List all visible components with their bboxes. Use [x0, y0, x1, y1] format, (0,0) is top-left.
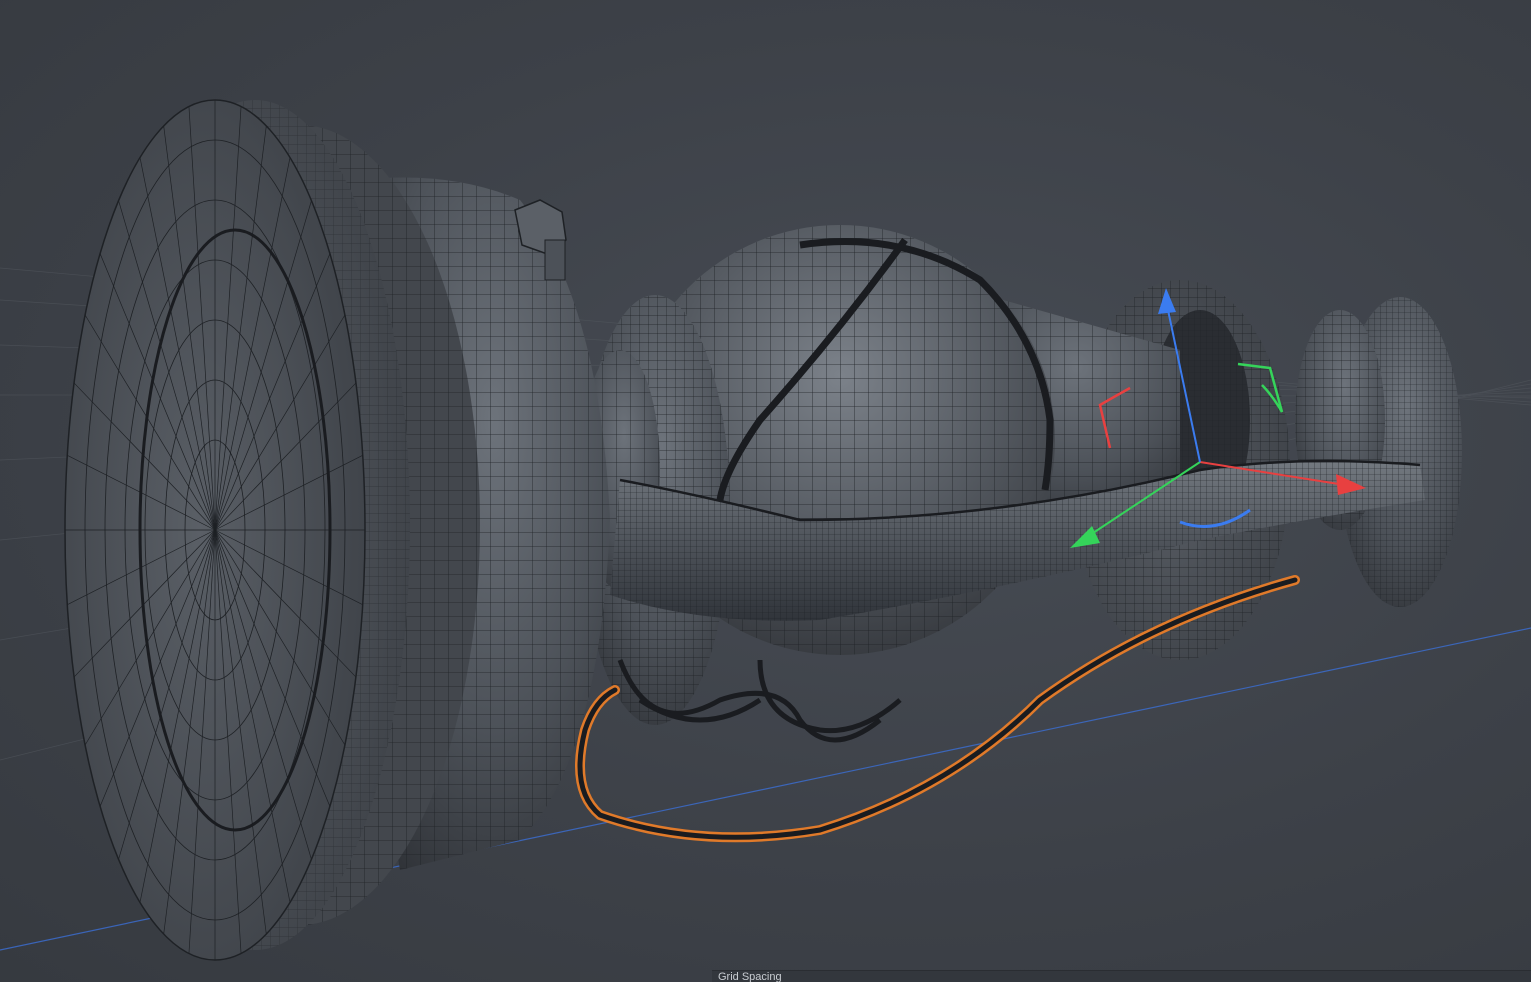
end-flare-mesh[interactable] — [1295, 297, 1462, 607]
status-tab[interactable]: Grid Spacing — [712, 970, 1531, 982]
3d-viewport[interactable]: Grid Spacing — [0, 0, 1531, 982]
grid-spacing-label: Grid Spacing — [718, 971, 782, 982]
viewport-canvas[interactable] — [0, 0, 1531, 982]
